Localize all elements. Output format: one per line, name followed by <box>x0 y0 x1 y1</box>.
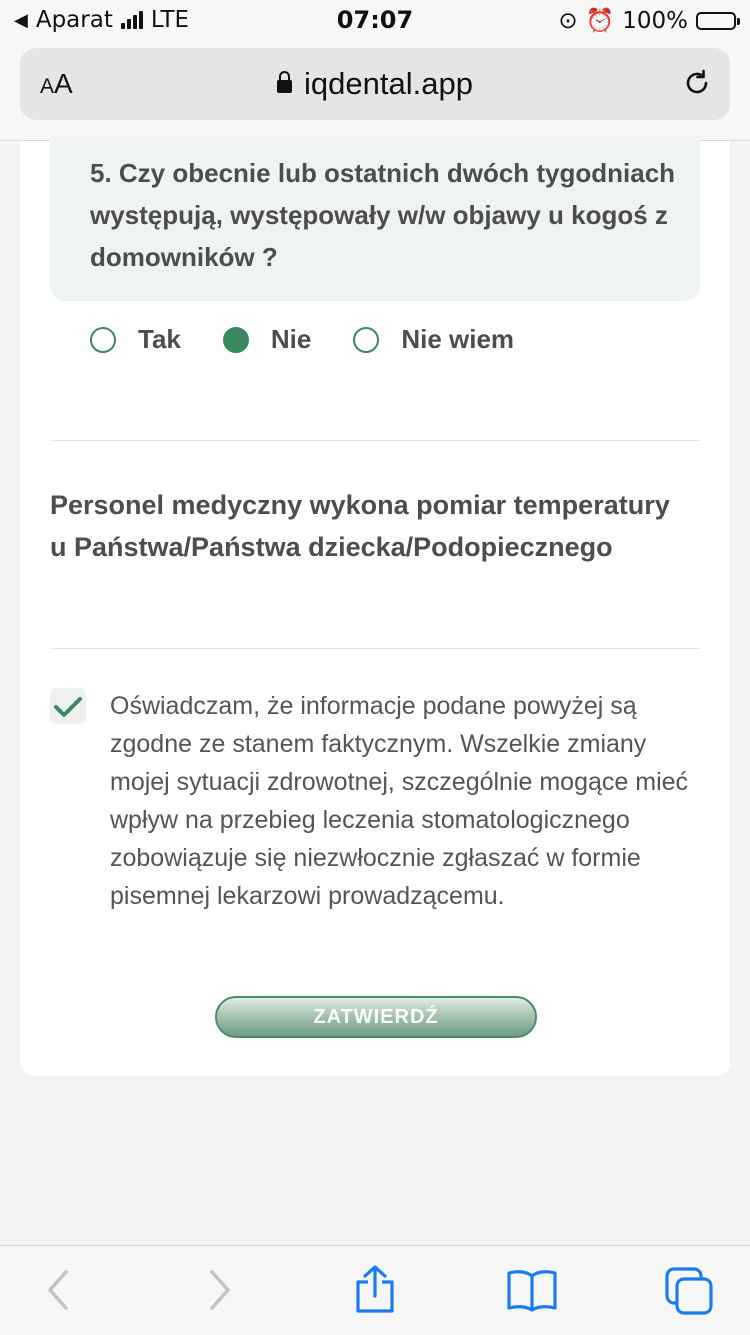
question-box: 5. Czy obecnie lub ostatnich dwóch tygod… <box>50 136 700 301</box>
lock-icon <box>277 71 293 93</box>
option-nie-label[interactable]: Nie <box>271 324 311 355</box>
address-bar[interactable]: AA iqdental.app <box>20 48 730 120</box>
radio-tak[interactable] <box>90 326 116 353</box>
answer-radio-group: Tak Nie Nie wiem <box>90 324 556 355</box>
status-right: ⊙ ⏰ 100% <box>558 7 740 34</box>
option-nie[interactable]: Nie <box>222 324 311 355</box>
divider <box>50 648 700 649</box>
battery-icon <box>696 11 740 30</box>
reload-icon[interactable] <box>682 68 712 98</box>
forward-icon[interactable] <box>204 1268 234 1312</box>
consent-text[interactable]: Oświadczam, że informacje podane powyżej… <box>110 687 710 915</box>
radio-nie-wiem[interactable] <box>353 326 380 353</box>
submit-button[interactable]: ZATWIERDŹ <box>215 996 537 1038</box>
url-text: iqdental.app <box>304 66 473 101</box>
tabs-icon[interactable] <box>664 1266 716 1316</box>
url-display[interactable]: iqdental.app <box>20 66 730 102</box>
option-nie-wiem[interactable]: Nie wiem <box>353 324 514 355</box>
status-bar: ◀ Aparat LTE 07:07 ⊙ ⏰ 100% <box>0 0 750 40</box>
divider <box>50 440 700 441</box>
back-icon[interactable] <box>44 1268 74 1312</box>
option-tak[interactable]: Tak <box>90 324 181 355</box>
share-icon[interactable] <box>354 1264 396 1314</box>
consent-checkbox[interactable] <box>50 688 86 724</box>
temperature-note: Personel medyczny wykona pomiar temperat… <box>50 490 670 562</box>
battery-percent: 100% <box>622 7 688 34</box>
form-card: 5. Czy obecnie lub ostatnich dwóch tygod… <box>20 136 730 1076</box>
browser-toolbar <box>0 1245 750 1335</box>
option-nie-wiem-label[interactable]: Nie wiem <box>401 324 514 355</box>
browser-header: AA iqdental.app <box>0 40 750 141</box>
option-tak-label[interactable]: Tak <box>138 324 181 355</box>
question-text: 5. Czy obecnie lub ostatnich dwóch tygod… <box>90 158 676 272</box>
bookmarks-icon[interactable] <box>506 1268 558 1312</box>
checkmark-icon <box>54 697 82 717</box>
radio-nie-selected[interactable] <box>222 326 249 353</box>
rotation-lock-icon: ⊙ <box>558 7 578 34</box>
alarm-icon: ⏰ <box>585 8 615 34</box>
